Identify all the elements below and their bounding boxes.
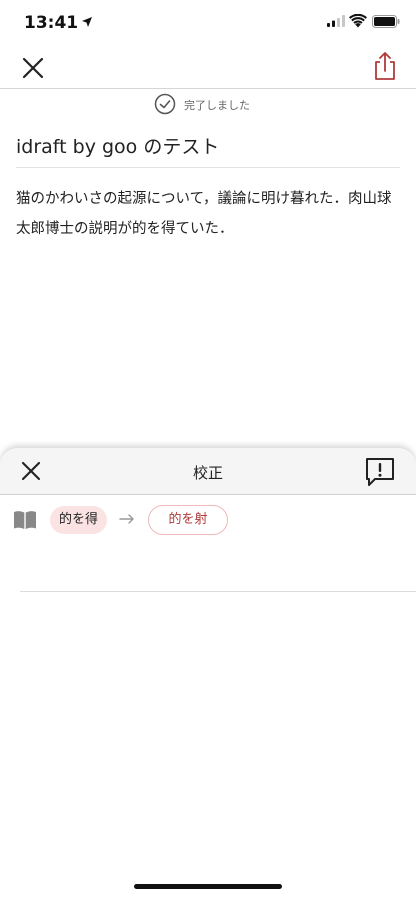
- status-time: 13:41: [24, 13, 79, 33]
- feedback-report-icon[interactable]: [365, 457, 395, 487]
- cellular-signal-icon: [327, 15, 345, 27]
- correction-suggestion-button[interactable]: 的を射: [148, 505, 228, 535]
- location-arrow-icon: [82, 17, 92, 27]
- status-bar: 13:41: [0, 0, 416, 46]
- row-divider: [20, 591, 416, 592]
- arrow-right-icon: [119, 514, 134, 524]
- battery-icon: [372, 15, 400, 28]
- document-body[interactable]: 猫のかわいさの起源について，議論に明け暮れた．肉山球太郎博士の説明が的を得ていた…: [16, 184, 402, 244]
- save-status-text: 完了しました: [184, 99, 250, 112]
- suggestion-row: 的を得 的を射: [0, 496, 416, 592]
- proofread-panel-title: 校正: [192, 464, 223, 482]
- book-icon: [14, 511, 36, 529]
- original-text-chip: 的を得: [50, 506, 108, 534]
- proofread-panel: 校正 的を得 的を射: [0, 448, 416, 900]
- proofread-panel-header: 校正: [0, 448, 416, 495]
- title-divider: [16, 167, 400, 168]
- home-indicator[interactable]: [134, 884, 282, 889]
- wifi-icon: [349, 14, 367, 28]
- top-navigation-bar: [0, 46, 416, 89]
- document-title[interactable]: idraft by goo のテスト: [16, 132, 219, 159]
- check-circle-icon: [154, 93, 176, 115]
- close-icon[interactable]: [20, 55, 46, 81]
- save-status: 完了しました: [0, 92, 416, 116]
- share-icon[interactable]: [372, 51, 398, 81]
